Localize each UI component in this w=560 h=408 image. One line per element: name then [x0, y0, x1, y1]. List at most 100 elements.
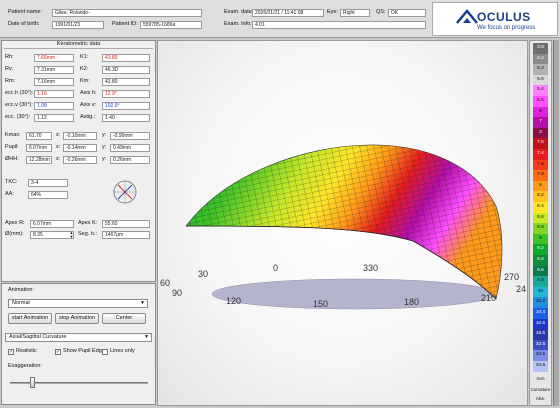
kerato-value[interactable]: 46.3D — [102, 66, 150, 74]
axis-label-180: 180 — [404, 297, 420, 307]
color-scale-swatch: 9 — [533, 233, 548, 245]
patient-name-label: Patient name: — [8, 9, 42, 15]
pupil-x-label: x: — [56, 156, 61, 162]
color-scale-swatch: 7.8 — [533, 170, 548, 181]
eye-field[interactable]: Right — [340, 9, 370, 17]
pupil-x-value[interactable]: -0.10mm — [63, 132, 97, 140]
diameter-spin-icon[interactable]: ▲ ▼ — [69, 231, 74, 239]
kerato-value[interactable]: 7.31mm — [34, 66, 74, 74]
kerato-value[interactable]: 7.16mm — [34, 78, 74, 86]
kerato-value[interactable]: 1.08 — [34, 102, 74, 110]
pupil-y-value[interactable]: 0.26mm — [110, 156, 150, 164]
pupil-y-value[interactable]: -0.90mm — [110, 132, 150, 140]
show-pupil-edge-checkbox[interactable]: ✓ — [55, 349, 61, 355]
kerato-value[interactable]: 1.40 — [102, 114, 150, 122]
kerato-label: Rh: — [5, 54, 14, 60]
color-scale-swatch: 3.8 — [533, 43, 548, 54]
scale-mode-label[interactable]: Curvature — [529, 387, 552, 392]
animation-mode-value: Normal — [12, 300, 30, 306]
axis-label-60: 60 — [160, 278, 171, 288]
eye-label: Eye: — [327, 9, 339, 15]
realistic-checkbox[interactable]: ✓ — [8, 349, 14, 355]
kerato-label: ecc.v (30°): — [5, 102, 33, 108]
pupil-y-label: y: — [102, 132, 107, 138]
color-scale-swatch: 9.8 — [533, 276, 548, 287]
kerato-value[interactable]: 12.9° — [102, 90, 150, 98]
center-button[interactable]: Center — [102, 313, 146, 324]
kerato-value[interactable]: 43.80 — [102, 54, 150, 62]
keratometric-title: Keratometric data — [56, 41, 101, 47]
color-scale-swatch: 10.2 — [533, 297, 548, 308]
kerato-label: ecc. (30°): — [5, 114, 31, 120]
kerato-label: Axis h: — [80, 90, 97, 96]
kerato-value[interactable]: 1.12 — [34, 114, 74, 122]
diameter-field[interactable]: 8.35 — [30, 231, 74, 239]
axis-label-150: 150 — [313, 299, 329, 309]
apex-r-field[interactable]: 6.07mm — [30, 220, 74, 228]
color-scale-swatch: 7 — [533, 117, 548, 128]
patient-id-field[interactable]: 559785-1686a — [140, 21, 202, 29]
scale-unit-label: mm — [536, 377, 545, 382]
axis-label-0: 0 — [273, 263, 279, 273]
pupil-y-value[interactable]: 0.49mm — [110, 144, 150, 152]
axis-label-210: 210 — [481, 293, 497, 303]
start-animation-button[interactable]: start Animation — [8, 313, 52, 324]
kerato-label: Axis v: — [80, 102, 97, 108]
axis-label-330: 330 — [363, 263, 379, 273]
dob-label: Date of birth: — [8, 21, 40, 27]
kerato-label: Km: — [80, 78, 90, 84]
kerato-label: Rv: — [5, 66, 14, 72]
lines-only-checkbox[interactable] — [102, 349, 108, 355]
topography-3d-view[interactable]: 60 90 30 0 330 120 150 180 210 270 24 — [157, 40, 528, 406]
color-scale-swatch: 10.4 — [533, 308, 548, 319]
exam-info-field[interactable]: 4.01 — [252, 21, 426, 29]
pupil-x-value[interactable]: -0.14mm — [63, 144, 97, 152]
oculus-logo: OCULUS We focus on progress — [432, 2, 558, 36]
qs-field[interactable]: OK — [388, 9, 426, 17]
color-scale-swatch: 8.6 — [533, 212, 548, 224]
animation-title: Animation: — [8, 287, 34, 293]
map-type-select[interactable]: Axial/Sagittal Curvature ▼ — [5, 333, 152, 342]
apex-k-field[interactable]: 55.60 — [102, 220, 150, 228]
color-scale-swatch: 7.5 — [533, 138, 548, 149]
exaggeration-slider-thumb[interactable] — [29, 377, 35, 388]
stop-animation-button[interactable]: stop Animation — [55, 313, 99, 324]
pupil-label: Pupil: — [5, 144, 19, 150]
pupil-value[interactable]: 61.70 — [26, 132, 52, 140]
seg-height-field[interactable]: 1467µm — [102, 231, 150, 239]
kerato-label: ecc.h (30°): — [5, 90, 34, 96]
kerato-value[interactable]: 7.66mm — [34, 54, 74, 62]
color-scale-swatch: 6.2 — [533, 53, 548, 65]
color-scale-swatch: 8 — [533, 180, 548, 192]
color-scale-swatch: 5.4 — [533, 85, 548, 96]
patient-name-field[interactable]: Gilee, Rolando- — [52, 9, 202, 17]
kerato-value[interactable]: 1.16 — [34, 90, 74, 98]
color-scale-swatch: 8.4 — [533, 202, 548, 213]
color-scale-swatch: 7.6 — [533, 159, 548, 171]
pupil-x-value[interactable]: -0.26mm — [63, 156, 97, 164]
scale-scrollbar[interactable] — [553, 40, 559, 406]
color-scale-swatch: 8.2 — [533, 191, 548, 202]
color-scale-swatch: 9.6 — [533, 265, 548, 277]
keratometric-title-rule — [4, 48, 153, 49]
map-type-value: Axial/Sagittal Curvature — [9, 334, 67, 340]
base-plane — [211, 278, 497, 310]
tkc-field[interactable]: 3-4 — [28, 179, 68, 187]
color-scale-swatch: 5.6 — [533, 74, 548, 86]
pupil-value[interactable]: 12.28mm — [26, 156, 52, 164]
axis-label-270: 270 — [504, 272, 520, 282]
kerato-value[interactable]: 102.9° — [102, 102, 150, 110]
dob-field[interactable]: 1991/01/23 — [52, 21, 104, 29]
lines-only-label: Lines only — [110, 348, 135, 354]
pupil-y-label: y: — [102, 144, 107, 150]
pupil-value[interactable]: 6.07mm — [26, 144, 52, 152]
aa-field[interactable]: 64% — [28, 191, 68, 199]
exam-date-field[interactable]: 2026/01/21 / 11:41:08 — [252, 9, 324, 17]
kerato-value[interactable]: 43.80 — [102, 78, 150, 86]
color-scale-swatch: 32.5 — [533, 339, 548, 351]
exam-info-label: Exam. Info: — [224, 21, 252, 27]
animation-mode-select[interactable]: Normal ▼ — [8, 299, 148, 308]
scale-abs-label[interactable]: Abs. — [529, 397, 552, 402]
color-scale-swatch: 5.5 — [533, 96, 548, 107]
color-scale-swatch: 9.4 — [533, 255, 548, 266]
